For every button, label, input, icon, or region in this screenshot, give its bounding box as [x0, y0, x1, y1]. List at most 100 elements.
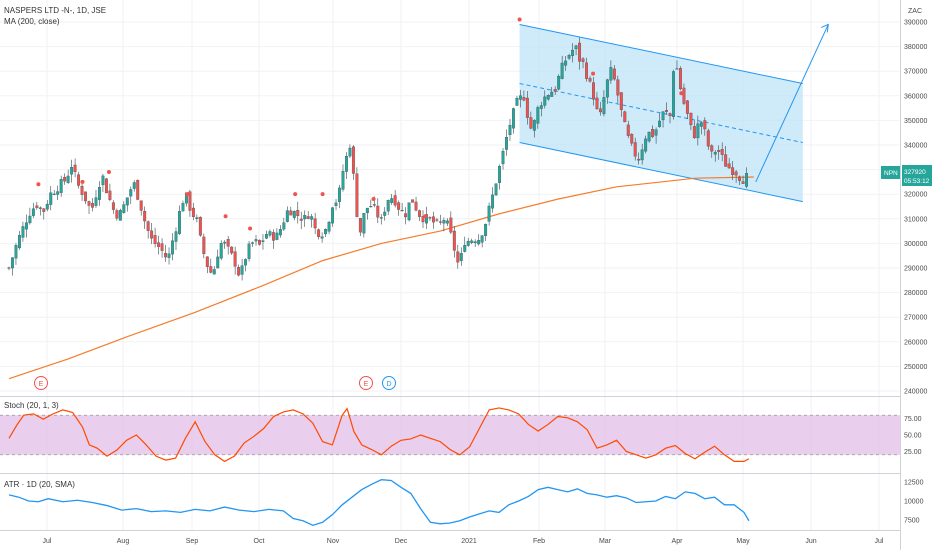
marker-dot — [36, 182, 41, 187]
candle-body — [320, 236, 324, 239]
price-tick-label: 250000 — [904, 364, 927, 371]
candle-body — [741, 181, 745, 184]
marker-dot — [223, 214, 228, 219]
candle-body — [699, 122, 703, 127]
regression-channel[interactable] — [519, 24, 803, 202]
candle-body — [24, 222, 28, 230]
candle-body — [623, 111, 627, 123]
candle-body — [296, 209, 300, 217]
candle-body — [553, 89, 557, 92]
candle-body — [428, 217, 432, 219]
candle-body — [369, 206, 373, 208]
price-tick-label: 320000 — [904, 192, 927, 199]
candle-body — [285, 210, 289, 222]
marker-dot — [371, 197, 376, 202]
candle-body — [654, 129, 658, 136]
candle-body — [202, 236, 206, 255]
candle-body — [560, 62, 564, 79]
candle-body — [438, 221, 442, 223]
candle-body — [362, 213, 366, 234]
candle-body — [327, 221, 331, 232]
price-axis[interactable]: 240000 250000 260000 270000 280000 290000 3000… — [904, 20, 927, 396]
candle-body — [696, 123, 700, 139]
stoch-axis[interactable]: 25.00 50.00 75.00 — [904, 416, 922, 456]
candle-body — [66, 175, 70, 183]
price-tick-label: 350000 — [904, 118, 927, 125]
candle-body — [282, 222, 286, 230]
atr-axis[interactable]: 7500 10000 12500 — [904, 480, 924, 525]
price-tick-label: 270000 — [904, 315, 927, 322]
candle-body — [501, 150, 505, 165]
atr-pane[interactable]: ATR · 1D (20, SMA) 7500 10000 12500 — [0, 473, 924, 527]
candle-body — [431, 216, 435, 223]
event-markers[interactable]: EED — [34, 376, 396, 390]
candle-body — [358, 217, 362, 233]
candle-body — [665, 110, 668, 112]
stoch-legend: Stoch (20, 1, 3) — [4, 401, 59, 410]
candle-body — [459, 253, 463, 261]
candle-body — [87, 201, 91, 206]
price-tick-label: 260000 — [904, 339, 927, 346]
candle-body — [727, 163, 731, 169]
candle-body — [484, 223, 488, 236]
time-tick-label: Feb — [533, 538, 545, 545]
candle-body — [602, 97, 606, 115]
candle-body — [731, 167, 735, 175]
candle-body — [480, 235, 484, 243]
candle-body — [397, 202, 401, 210]
atr-line[interactable] — [8, 479, 750, 527]
candle-body — [45, 203, 49, 210]
candle-body — [146, 221, 150, 231]
candle-body — [546, 95, 550, 100]
candle-body — [115, 210, 119, 219]
candle-body — [512, 108, 515, 129]
candle-body — [122, 204, 126, 213]
candle-body — [212, 269, 216, 275]
atr-tick-label: 10000 — [904, 499, 924, 506]
marker-dot — [679, 91, 684, 96]
candle-body — [171, 240, 174, 255]
candle-body — [400, 210, 404, 212]
candle-body — [132, 182, 136, 189]
candle-body — [407, 202, 411, 221]
time-axis[interactable]: Jul Aug Sep Oct Nov Dec 2021 Feb Mar Apr May Jun Jul — [43, 538, 884, 545]
marker-dot — [185, 192, 190, 197]
time-tick-label: Mar — [599, 538, 612, 545]
marker-dot — [106, 169, 111, 174]
candle-body — [574, 45, 578, 50]
candle-body — [205, 256, 209, 267]
chart-canvas[interactable]: E E D NASPERS LTD -N-, 1D, JSE MA (200, cl… — [0, 0, 932, 550]
candle-body — [525, 97, 529, 118]
candle-body — [745, 173, 748, 187]
candle-body — [52, 193, 56, 195]
candle-body — [150, 230, 154, 239]
candle-body — [77, 174, 81, 186]
candle-body — [306, 216, 310, 219]
candle-body — [658, 120, 662, 127]
candle-body — [80, 185, 84, 195]
price-tick-label: 310000 — [904, 216, 927, 223]
candle-body — [372, 204, 376, 206]
candle-body — [355, 173, 359, 217]
time-tick-label: May — [736, 538, 750, 545]
ticker-badge: NPN — [884, 170, 898, 177]
candle-body — [418, 210, 421, 217]
candle-body — [129, 189, 133, 197]
price-tick-label: 290000 — [904, 266, 927, 273]
candle-body — [261, 240, 265, 242]
candle-body — [550, 91, 554, 97]
candle-body — [637, 158, 641, 161]
candle-body — [703, 120, 707, 130]
marker-dot — [248, 226, 253, 231]
candle-body — [498, 166, 501, 183]
event-label: D — [386, 381, 391, 388]
candle-body — [640, 149, 644, 161]
ma200-line[interactable] — [8, 176, 754, 380]
candle-body — [581, 58, 585, 62]
candle-body — [445, 220, 449, 224]
candle-body — [734, 171, 738, 176]
stoch-pane[interactable]: Stoch (20, 1, 3) 25.00 50.00 75.00 — [0, 396, 922, 463]
price-tick-label: 340000 — [904, 143, 927, 150]
last-price-badge: NPN 327920 05:53:12 — [881, 165, 932, 186]
candle-body — [299, 218, 303, 221]
